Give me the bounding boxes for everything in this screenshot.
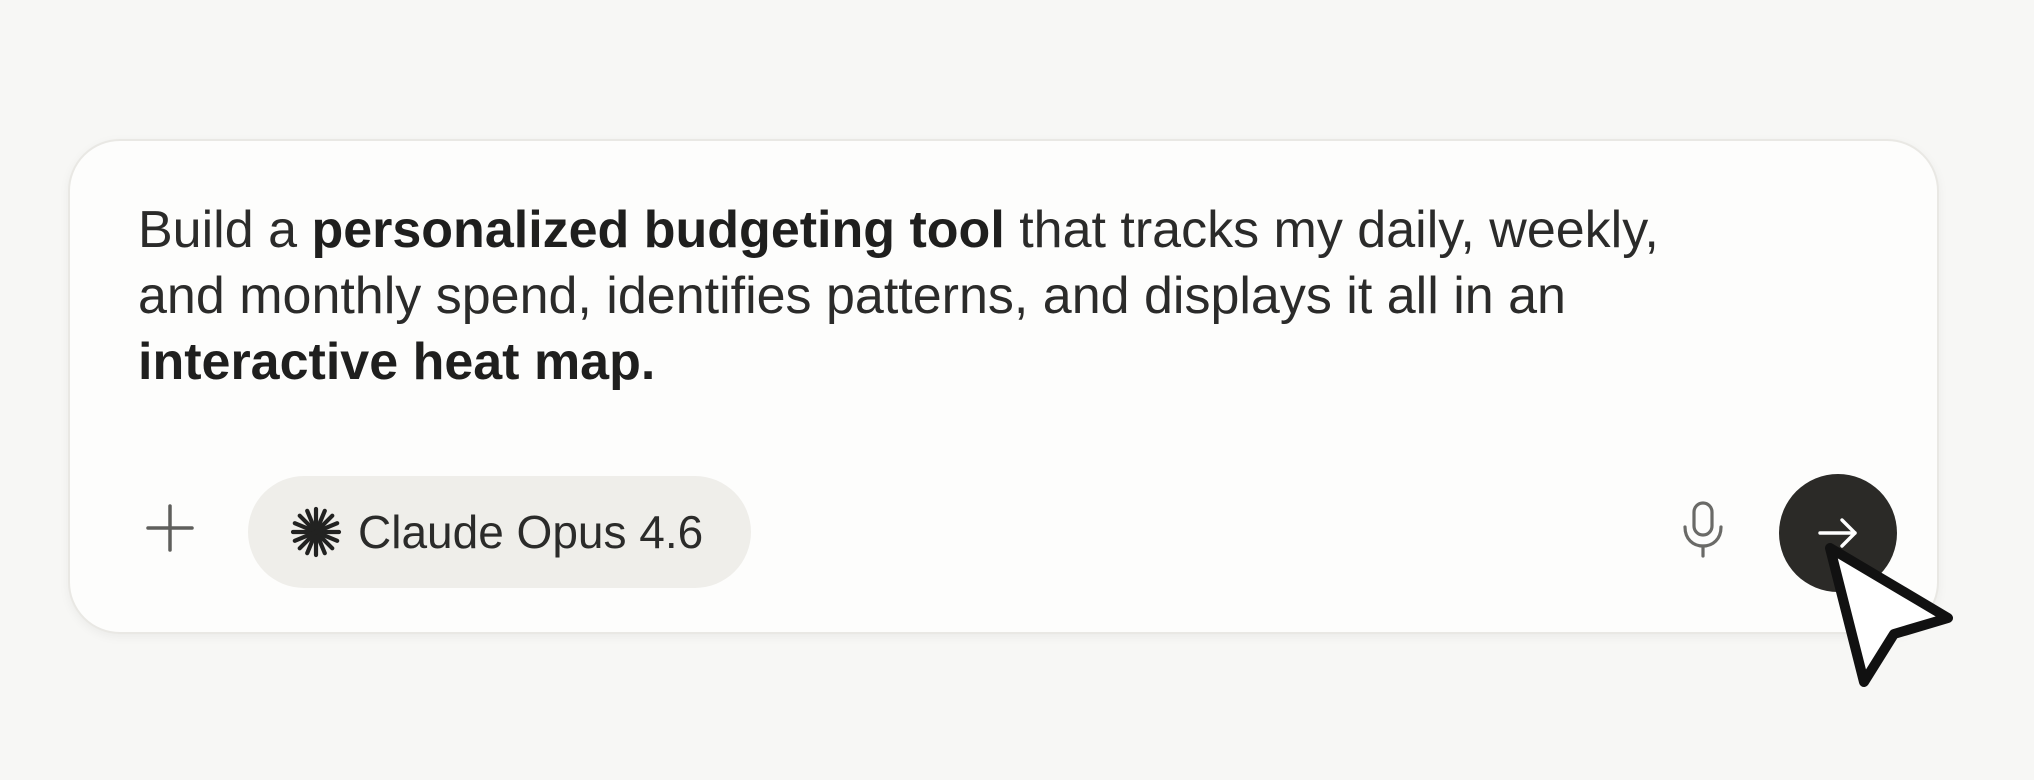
plus-icon <box>146 504 194 552</box>
model-name: Claude Opus 4.6 <box>358 506 704 558</box>
voice-input-button[interactable] <box>1668 495 1738 565</box>
microphone-icon <box>1683 501 1723 558</box>
send-button[interactable] <box>1779 474 1897 592</box>
prompt-bold-segment-2: interactive heat map. <box>138 333 656 391</box>
model-selector[interactable]: Claude Opus 4.6 <box>248 476 752 588</box>
sparkle-icon <box>288 504 344 560</box>
prompt-bold-segment-1: personalized budgeting tool <box>311 201 1005 259</box>
prompt-text-segment-2: that tracks my daily, weekly, <box>1004 201 1659 259</box>
arrow-right-icon <box>1818 518 1857 548</box>
prompt-text-line-2: and monthly spend, identifies patterns, … <box>138 267 1566 325</box>
prompt-text-segment-1: Build a <box>138 201 312 259</box>
prompt-composer[interactable]: Build a personalized budgeting tool that… <box>68 139 1939 634</box>
add-attachment-button[interactable] <box>138 496 202 560</box>
prompt-input[interactable]: Build a personalized budgeting tool that… <box>138 197 1898 395</box>
